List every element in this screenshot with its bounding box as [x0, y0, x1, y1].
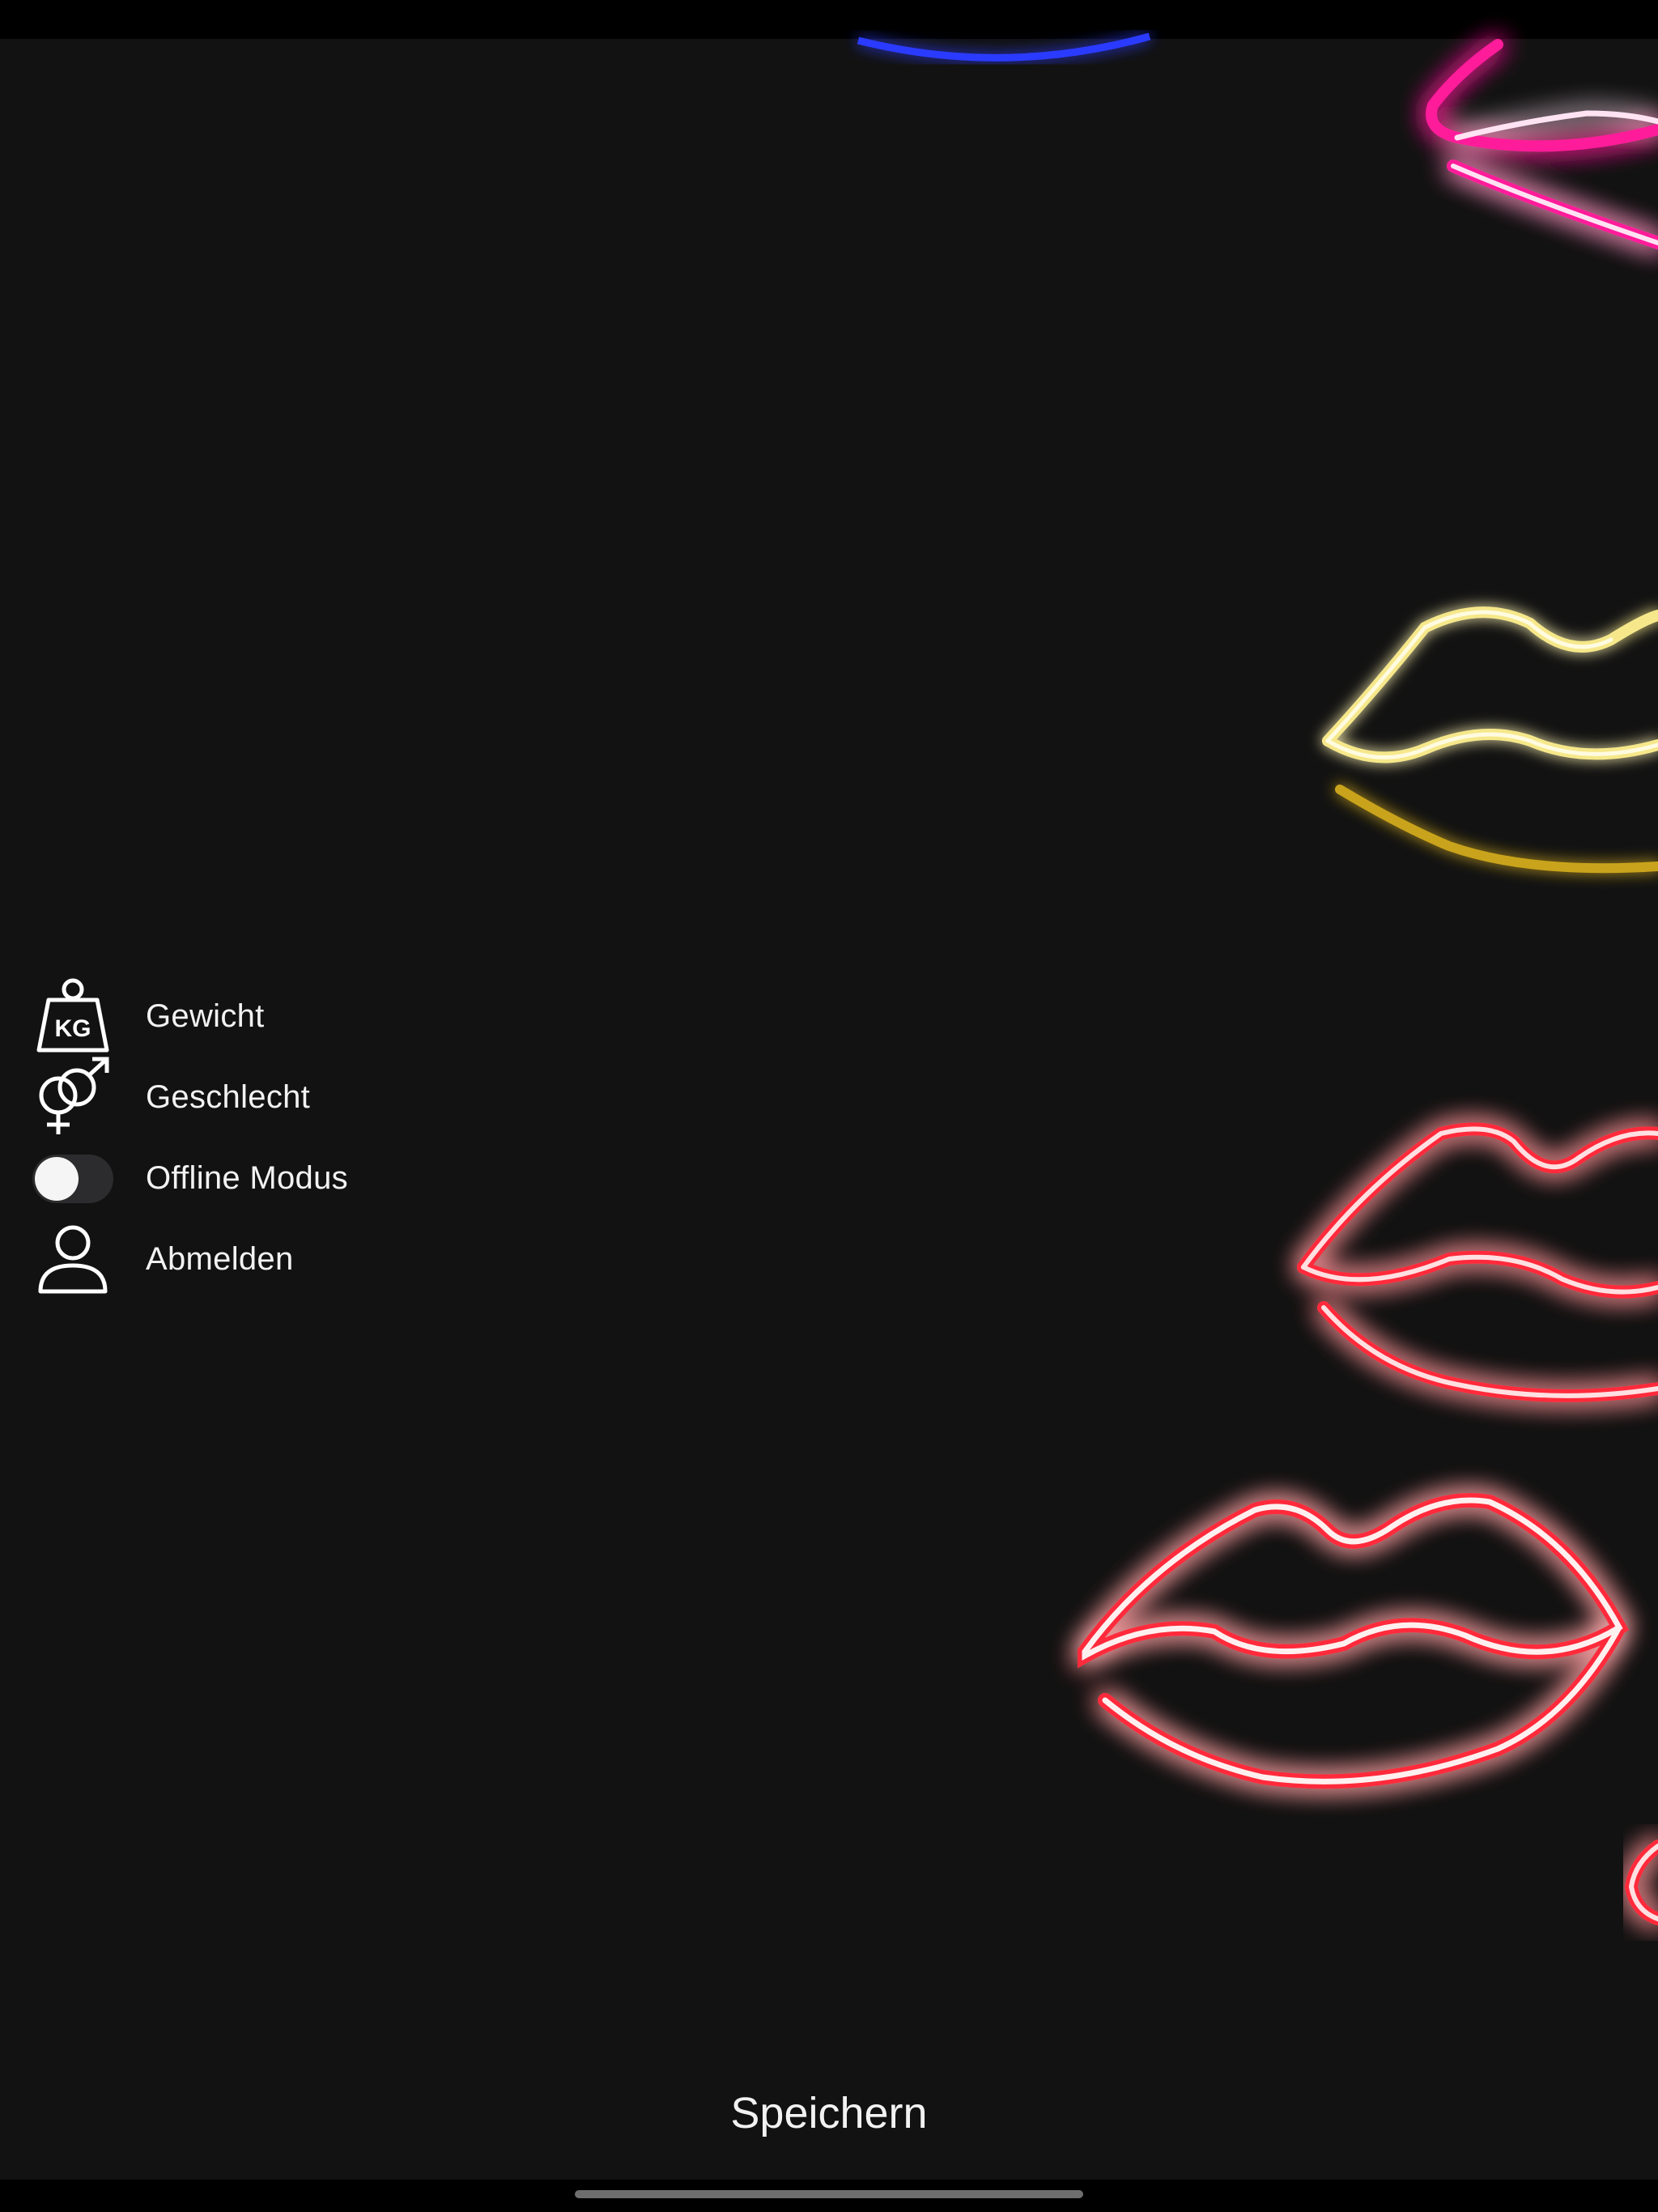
save-button[interactable]: Speichern	[667, 2077, 991, 2150]
offline-mode-toggle[interactable]	[32, 1155, 113, 1203]
menu-item-weight[interactable]: KG Gewicht	[32, 976, 518, 1057]
user-icon	[32, 1219, 113, 1300]
menu-item-logout[interactable]: Abmelden	[32, 1219, 518, 1300]
status-bar	[0, 0, 1658, 39]
settings-menu: KG Gewicht Geschlecht Offline Modus Abme…	[32, 976, 518, 1300]
home-indicator[interactable]	[575, 2190, 1083, 2198]
weight-kg-icon: KG	[32, 976, 113, 1057]
menu-item-offline-mode[interactable]: Offline Modus	[32, 1138, 518, 1219]
menu-item-gender[interactable]: Geschlecht	[32, 1057, 518, 1138]
gender-icon	[32, 1057, 113, 1138]
offline-mode-toggle-wrapper	[32, 1138, 113, 1219]
menu-label-logout: Abmelden	[146, 1240, 294, 1277]
menu-label-offline-mode: Offline Modus	[146, 1159, 348, 1196]
settings-screen: KG Gewicht Geschlecht Offline Modus Abme…	[0, 0, 1658, 2212]
menu-label-weight: Gewicht	[146, 998, 265, 1034]
svg-text:KG: KG	[55, 1015, 91, 1042]
menu-label-gender: Geschlecht	[146, 1078, 311, 1115]
toggle-knob	[35, 1157, 79, 1201]
